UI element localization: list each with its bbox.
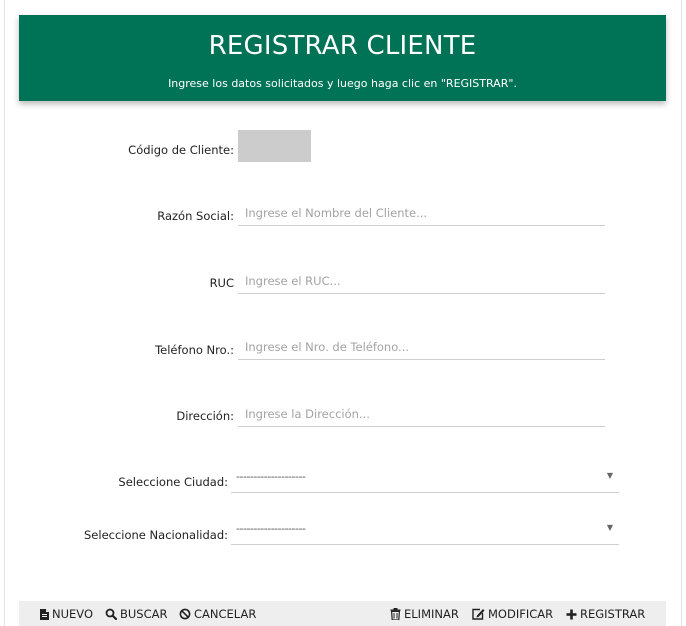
registrar-label: REGISTRAR — [580, 607, 646, 621]
razon-social-input[interactable] — [238, 200, 605, 226]
telefono-input[interactable] — [238, 334, 605, 360]
page-subtitle: Ingrese los datos solicitados y luego ha… — [168, 77, 517, 90]
caret-down-icon: ▼ — [606, 471, 613, 480]
nacionalidad-label: Seleccione Nacionalidad: — [84, 528, 228, 542]
search-icon — [105, 608, 117, 620]
codigo-label: Código de Cliente: — [128, 143, 234, 157]
codigo-field — [238, 130, 311, 162]
modificar-label: MODIFICAR — [488, 607, 554, 621]
ciudad-label: Seleccione Ciudad: — [118, 475, 228, 489]
direccion-label: Dirección: — [176, 409, 234, 423]
direccion-input[interactable] — [238, 401, 605, 427]
nuevo-button[interactable]: NUEVO — [40, 607, 93, 621]
file-icon — [40, 608, 49, 620]
cancelar-label: CANCELAR — [194, 607, 257, 621]
ruc-input[interactable] — [238, 268, 605, 294]
ciudad-select[interactable]: -------------------- ▼ — [231, 467, 619, 493]
plus-icon — [566, 609, 577, 619]
eliminar-label: ELIMINAR — [404, 607, 459, 621]
caret-down-icon: ▼ — [606, 523, 613, 532]
page-title: REGISTRAR CLIENTE — [208, 31, 477, 61]
cancelar-button[interactable]: CANCELAR — [179, 607, 256, 621]
nuevo-label: NUEVO — [52, 607, 94, 621]
ban-icon — [179, 608, 191, 620]
nacionalidad-select[interactable]: -------------------- ▼ — [231, 519, 619, 545]
edit-icon — [472, 608, 485, 620]
ruc-label: RUC — [209, 276, 234, 290]
modificar-button[interactable]: MODIFICAR — [472, 607, 553, 621]
buscar-label: BUSCAR — [120, 607, 168, 621]
buscar-button[interactable]: BUSCAR — [105, 607, 168, 621]
nacionalidad-select-value: -------------------- — [236, 522, 306, 535]
razon-social-label: Razón Social: — [157, 209, 234, 223]
ciudad-select-value: -------------------- — [236, 470, 306, 483]
registrar-button[interactable]: REGISTRAR — [566, 607, 645, 621]
telefono-label: Teléfono Nro.: — [155, 343, 234, 357]
trash-icon — [390, 608, 401, 620]
action-toolbar: NUEVO BUSCAR CANCELAR ELIMINAR MODIFICAR — [19, 601, 666, 626]
eliminar-button[interactable]: ELIMINAR — [390, 607, 459, 621]
page-header: REGISTRAR CLIENTE Ingrese los datos soli… — [19, 15, 666, 101]
